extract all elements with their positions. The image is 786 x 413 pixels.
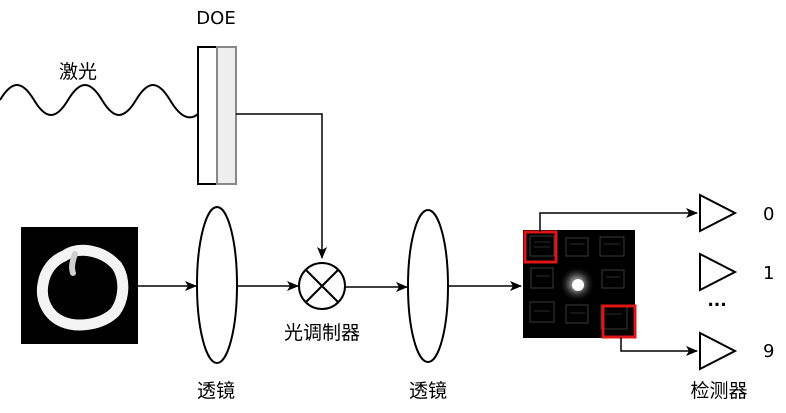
output-intensity-image	[523, 230, 635, 338]
input-digit-image	[21, 227, 138, 344]
triangle-amplifier-icon	[699, 252, 738, 292]
doe-to-modulator-arrow	[236, 113, 327, 259]
modulator-label: 光调制器	[284, 322, 360, 344]
optical-diagram: 激光 DOE 透镜 光调制器 透镜 0 1 ... 9 检测器	[0, 0, 786, 408]
output-0-label: 0	[763, 204, 774, 225]
triangle-amplifier-icon	[699, 331, 738, 371]
doe-left-plate	[197, 46, 218, 185]
circle-x-icon	[298, 262, 346, 310]
laser-label: 激光	[59, 61, 97, 83]
diagram-canvas: 激光 DOE 透镜 光调制器 透镜 0 1 ... 9 检测器	[0, 8, 774, 402]
lens-1	[196, 206, 238, 364]
output-ellipsis-label: ...	[707, 291, 726, 311]
lens-2	[407, 209, 449, 363]
laser-wave	[0, 84, 200, 119]
doe-label: DOE	[196, 8, 235, 29]
lens-2-label: 透镜	[409, 380, 447, 402]
doe-right-plate	[216, 46, 237, 185]
output-9-label: 9	[763, 341, 774, 362]
triangle-amplifier-icon	[699, 193, 738, 233]
lens-1-label: 透镜	[197, 380, 235, 402]
output-1-label: 1	[763, 263, 774, 284]
output-9-arrow	[620, 337, 698, 356]
detector-label: 检测器	[690, 380, 747, 402]
output-0-arrow	[539, 208, 698, 232]
